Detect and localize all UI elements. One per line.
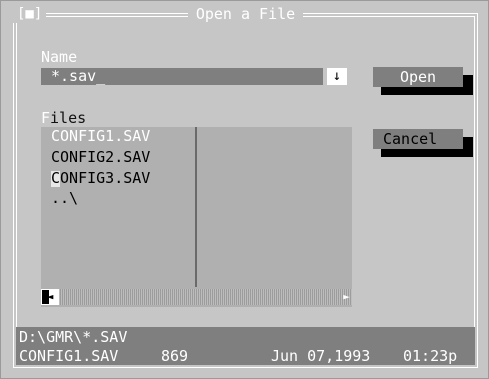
title-bar: Open a File [17,5,474,23]
list-item-config1[interactable]: CONFIG1.SAV [51,128,150,144]
scroll-thumb[interactable] [42,290,49,304]
open-file-dialog: Open a File [■] Name *.sav_ ↓ Open Cance… [0,0,489,379]
name-label: Name [41,49,77,65]
name-label-hotkey: N [41,48,51,66]
close-box-button[interactable]: [■] [13,5,47,23]
current-path: D:\GMR\*.SAV [19,328,128,346]
files-label-text: iles [50,109,87,127]
down-arrow-icon: ↓ [332,68,342,84]
list-item-config3[interactable]: CONFIG3.SAV [51,170,150,186]
list-item-config2[interactable]: CONFIG2.SAV [51,149,150,165]
right-arrow-icon: ► [343,290,350,303]
file-name-input[interactable]: *.sav_ [41,68,323,85]
scroll-right-button[interactable]: ► [341,289,352,305]
selected-file-date: Jun 07,1993 [271,347,371,365]
horizontal-scrollbar[interactable] [41,289,352,305]
selected-file-size: 869 [161,347,189,365]
history-dropdown-button[interactable]: ↓ [327,68,347,85]
dialog-title: Open a File [187,5,304,23]
selected-file-name: CONFIG1.SAV [19,347,119,365]
files-label-hotkey: F [41,109,51,127]
files-label: Files [41,110,86,126]
open-button[interactable]: Open [373,67,463,87]
list-column-divider [195,127,197,287]
selected-file-time: 01:23p [403,347,458,365]
name-label-text: ame [50,48,78,66]
cancel-button[interactable]: Cancel [373,129,463,149]
list-item-parent-dir[interactable]: ..\ [51,190,78,206]
